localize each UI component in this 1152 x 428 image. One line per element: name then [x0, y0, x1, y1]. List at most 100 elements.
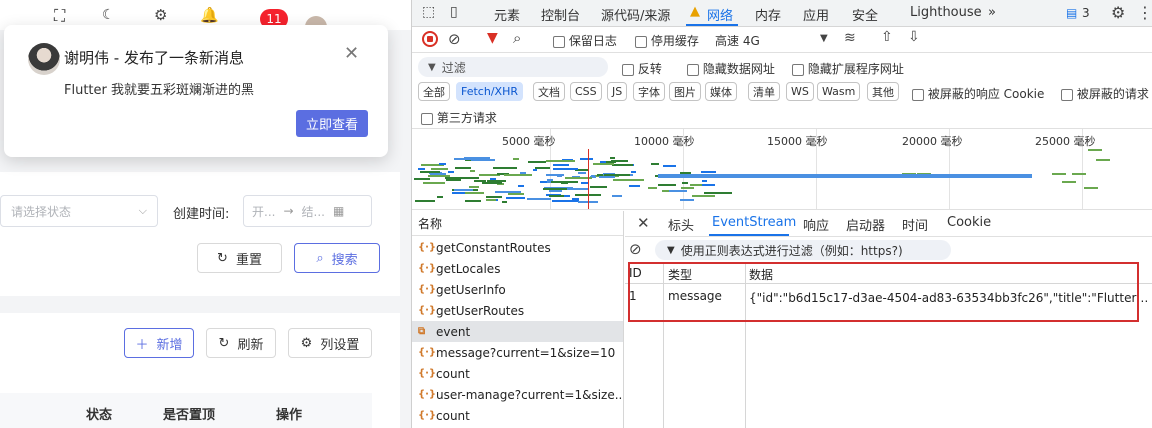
blocked-requests-option[interactable]: 被屏蔽的请求	[1061, 85, 1149, 102]
tab-cookies[interactable]: Cookie	[947, 215, 991, 230]
blocked-requests-checkbox[interactable]	[1061, 88, 1073, 101]
tab-network[interactable]: 网络	[707, 5, 733, 24]
request-item[interactable]: {·} user-manage?current=1&size...	[412, 384, 623, 405]
column-settings-button[interactable]: ⚙ 列设置	[288, 328, 372, 358]
filter-funnel-icon[interactable]: ▼	[487, 30, 498, 46]
invert-label: 反转	[637, 62, 662, 76]
chip-fetch-xhr[interactable]: Fetch/XHR	[456, 82, 523, 101]
tab-security[interactable]: 安全	[852, 5, 878, 24]
message-icon[interactable]: ▤	[1066, 6, 1077, 20]
request-name: getConstantRoutes	[436, 240, 551, 255]
chip-media[interactable]: 媒体	[705, 82, 737, 101]
preserve-log-label: 保留日志	[568, 34, 617, 48]
waterfall-segment	[1062, 181, 1076, 183]
network-conditions-icon[interactable]: ≋	[844, 30, 856, 46]
chip-all[interactable]: 全部	[418, 82, 450, 101]
tab-elements[interactable]: 元素	[494, 5, 520, 24]
event-stream-bar	[658, 174, 1032, 178]
kebab-menu-icon[interactable]: ⋮	[1137, 3, 1152, 22]
third-party-checkbox[interactable]	[421, 112, 433, 125]
chip-font[interactable]: 字体	[633, 82, 665, 101]
device-toolbar-icon[interactable]: ▯	[450, 4, 458, 20]
regex-filter-input[interactable]: ▼ 使用正则表达式进行过滤（例如：https?)	[655, 240, 951, 260]
close-detail-icon[interactable]: ✕	[637, 214, 650, 232]
blocked-cookies-checkbox[interactable]	[912, 88, 924, 101]
theme-icon[interactable]: ☾	[102, 7, 115, 23]
waterfall-segment	[702, 183, 716, 186]
third-party-option[interactable]: 第三方请求	[421, 109, 497, 126]
highlight-box	[628, 262, 1139, 322]
chip-other[interactable]: 其他	[867, 82, 899, 101]
status-select[interactable]: 请选择状态 ⌵	[0, 195, 158, 227]
fullscreen-icon[interactable]: ⛶	[54, 6, 65, 26]
request-item[interactable]: {·} getLocales	[412, 258, 623, 279]
waterfall-segment	[592, 163, 615, 166]
clear-icon[interactable]: ⊘	[629, 240, 642, 258]
hide-data-urls-option[interactable]: 隐藏数据网址	[687, 60, 775, 77]
chip-ws[interactable]: WS	[786, 82, 814, 101]
request-item[interactable]: {·} count	[412, 405, 623, 426]
clear-icon[interactable]: ⊘	[448, 30, 461, 48]
request-item[interactable]: {·} getConstantRoutes	[412, 237, 623, 258]
chip-doc[interactable]: 文档	[533, 82, 565, 101]
close-icon[interactable]: ✕	[344, 43, 359, 64]
request-item[interactable]: {·} count	[412, 363, 623, 384]
disable-cache-option[interactable]: 停用缓存	[635, 32, 699, 49]
more-tabs-icon[interactable]: »	[988, 5, 996, 20]
tab-application[interactable]: 应用	[803, 5, 829, 24]
waterfall-segment	[700, 171, 716, 174]
reset-button[interactable]: ↻ 重置	[197, 243, 282, 273]
waterfall-segment	[517, 184, 524, 187]
tab-memory[interactable]: 内存	[755, 5, 781, 24]
hide-data-urls-checkbox[interactable]	[687, 63, 699, 76]
tab-initiator[interactable]: 启动器	[846, 215, 885, 234]
active-tab-indicator	[686, 24, 738, 26]
request-item-selected[interactable]: ⧉ event	[412, 321, 623, 342]
invert-option[interactable]: 反转	[622, 60, 662, 77]
disable-cache-checkbox[interactable]	[635, 35, 647, 48]
tab-timing[interactable]: 时间	[902, 215, 928, 234]
upload-icon[interactable]: ⇧	[881, 29, 893, 45]
hide-ext-urls-checkbox[interactable]	[792, 63, 804, 76]
request-item[interactable]: {·} getUserInfo	[412, 279, 623, 300]
waterfall-segment	[422, 181, 446, 184]
record-icon[interactable]	[422, 31, 438, 47]
blocked-cookies-option[interactable]: 被屏蔽的响应 Cookie	[912, 85, 1044, 102]
waterfall-segment	[631, 171, 637, 174]
search-button[interactable]: ⌕ 搜索	[294, 243, 380, 273]
preserve-log-checkbox[interactable]	[553, 35, 565, 48]
tab-sources[interactable]: 源代码/来源	[601, 5, 670, 24]
tab-response[interactable]: 响应	[803, 215, 829, 234]
chip-css[interactable]: CSS	[570, 82, 602, 101]
request-item[interactable]: {·} getUserRoutes	[412, 300, 623, 321]
waterfall-segment	[1072, 173, 1086, 175]
chip-manifest[interactable]: 清单	[748, 82, 780, 101]
preserve-log-option[interactable]: 保留日志	[553, 32, 617, 49]
tab-console[interactable]: 控制台	[541, 5, 580, 24]
hide-ext-urls-option[interactable]: 隐藏扩展程序网址	[792, 60, 904, 77]
settings-gear-icon[interactable]: ⚙	[1111, 3, 1125, 22]
tab-headers[interactable]: 标头	[668, 215, 694, 234]
waterfall-segment	[465, 192, 484, 195]
request-detail: ✕ 标头 EventStream 响应 启动器 时间 Cookie ⊘ ▼ 使用…	[625, 211, 1152, 428]
tab-lighthouse[interactable]: Lighthouse	[910, 5, 982, 20]
request-item[interactable]: {·} message?current=1&size=10	[412, 342, 623, 363]
date-range-picker[interactable]: 开... → 结... ▦	[243, 195, 372, 227]
view-now-button[interactable]: 立即查看	[296, 110, 368, 137]
filter-input[interactable]: ▼ 过滤	[418, 57, 608, 77]
timeline-overview[interactable]: 5000 毫秒 10000 毫秒 15000 毫秒 20000 毫秒 25000…	[412, 128, 1152, 210]
refresh-button[interactable]: ↻ 刷新	[206, 328, 276, 358]
invert-checkbox[interactable]	[622, 63, 634, 76]
download-icon[interactable]: ⇩	[908, 29, 920, 45]
throttle-select[interactable]: 高速 4G	[715, 32, 760, 49]
setting-icon[interactable]: ⚙	[154, 6, 167, 24]
chip-js[interactable]: JS	[607, 82, 628, 101]
chip-img[interactable]: 图片	[669, 82, 701, 101]
search-icon[interactable]: ⌕	[513, 29, 521, 47]
tab-eventstream[interactable]: EventStream	[712, 215, 796, 230]
notice-bell-icon[interactable]: 🔔	[200, 6, 219, 24]
chip-wasm[interactable]: Wasm	[817, 82, 861, 101]
inspect-icon[interactable]: ⬚	[422, 4, 435, 20]
add-button[interactable]: ＋ 新增	[124, 328, 194, 358]
waterfall-segment	[431, 168, 448, 171]
